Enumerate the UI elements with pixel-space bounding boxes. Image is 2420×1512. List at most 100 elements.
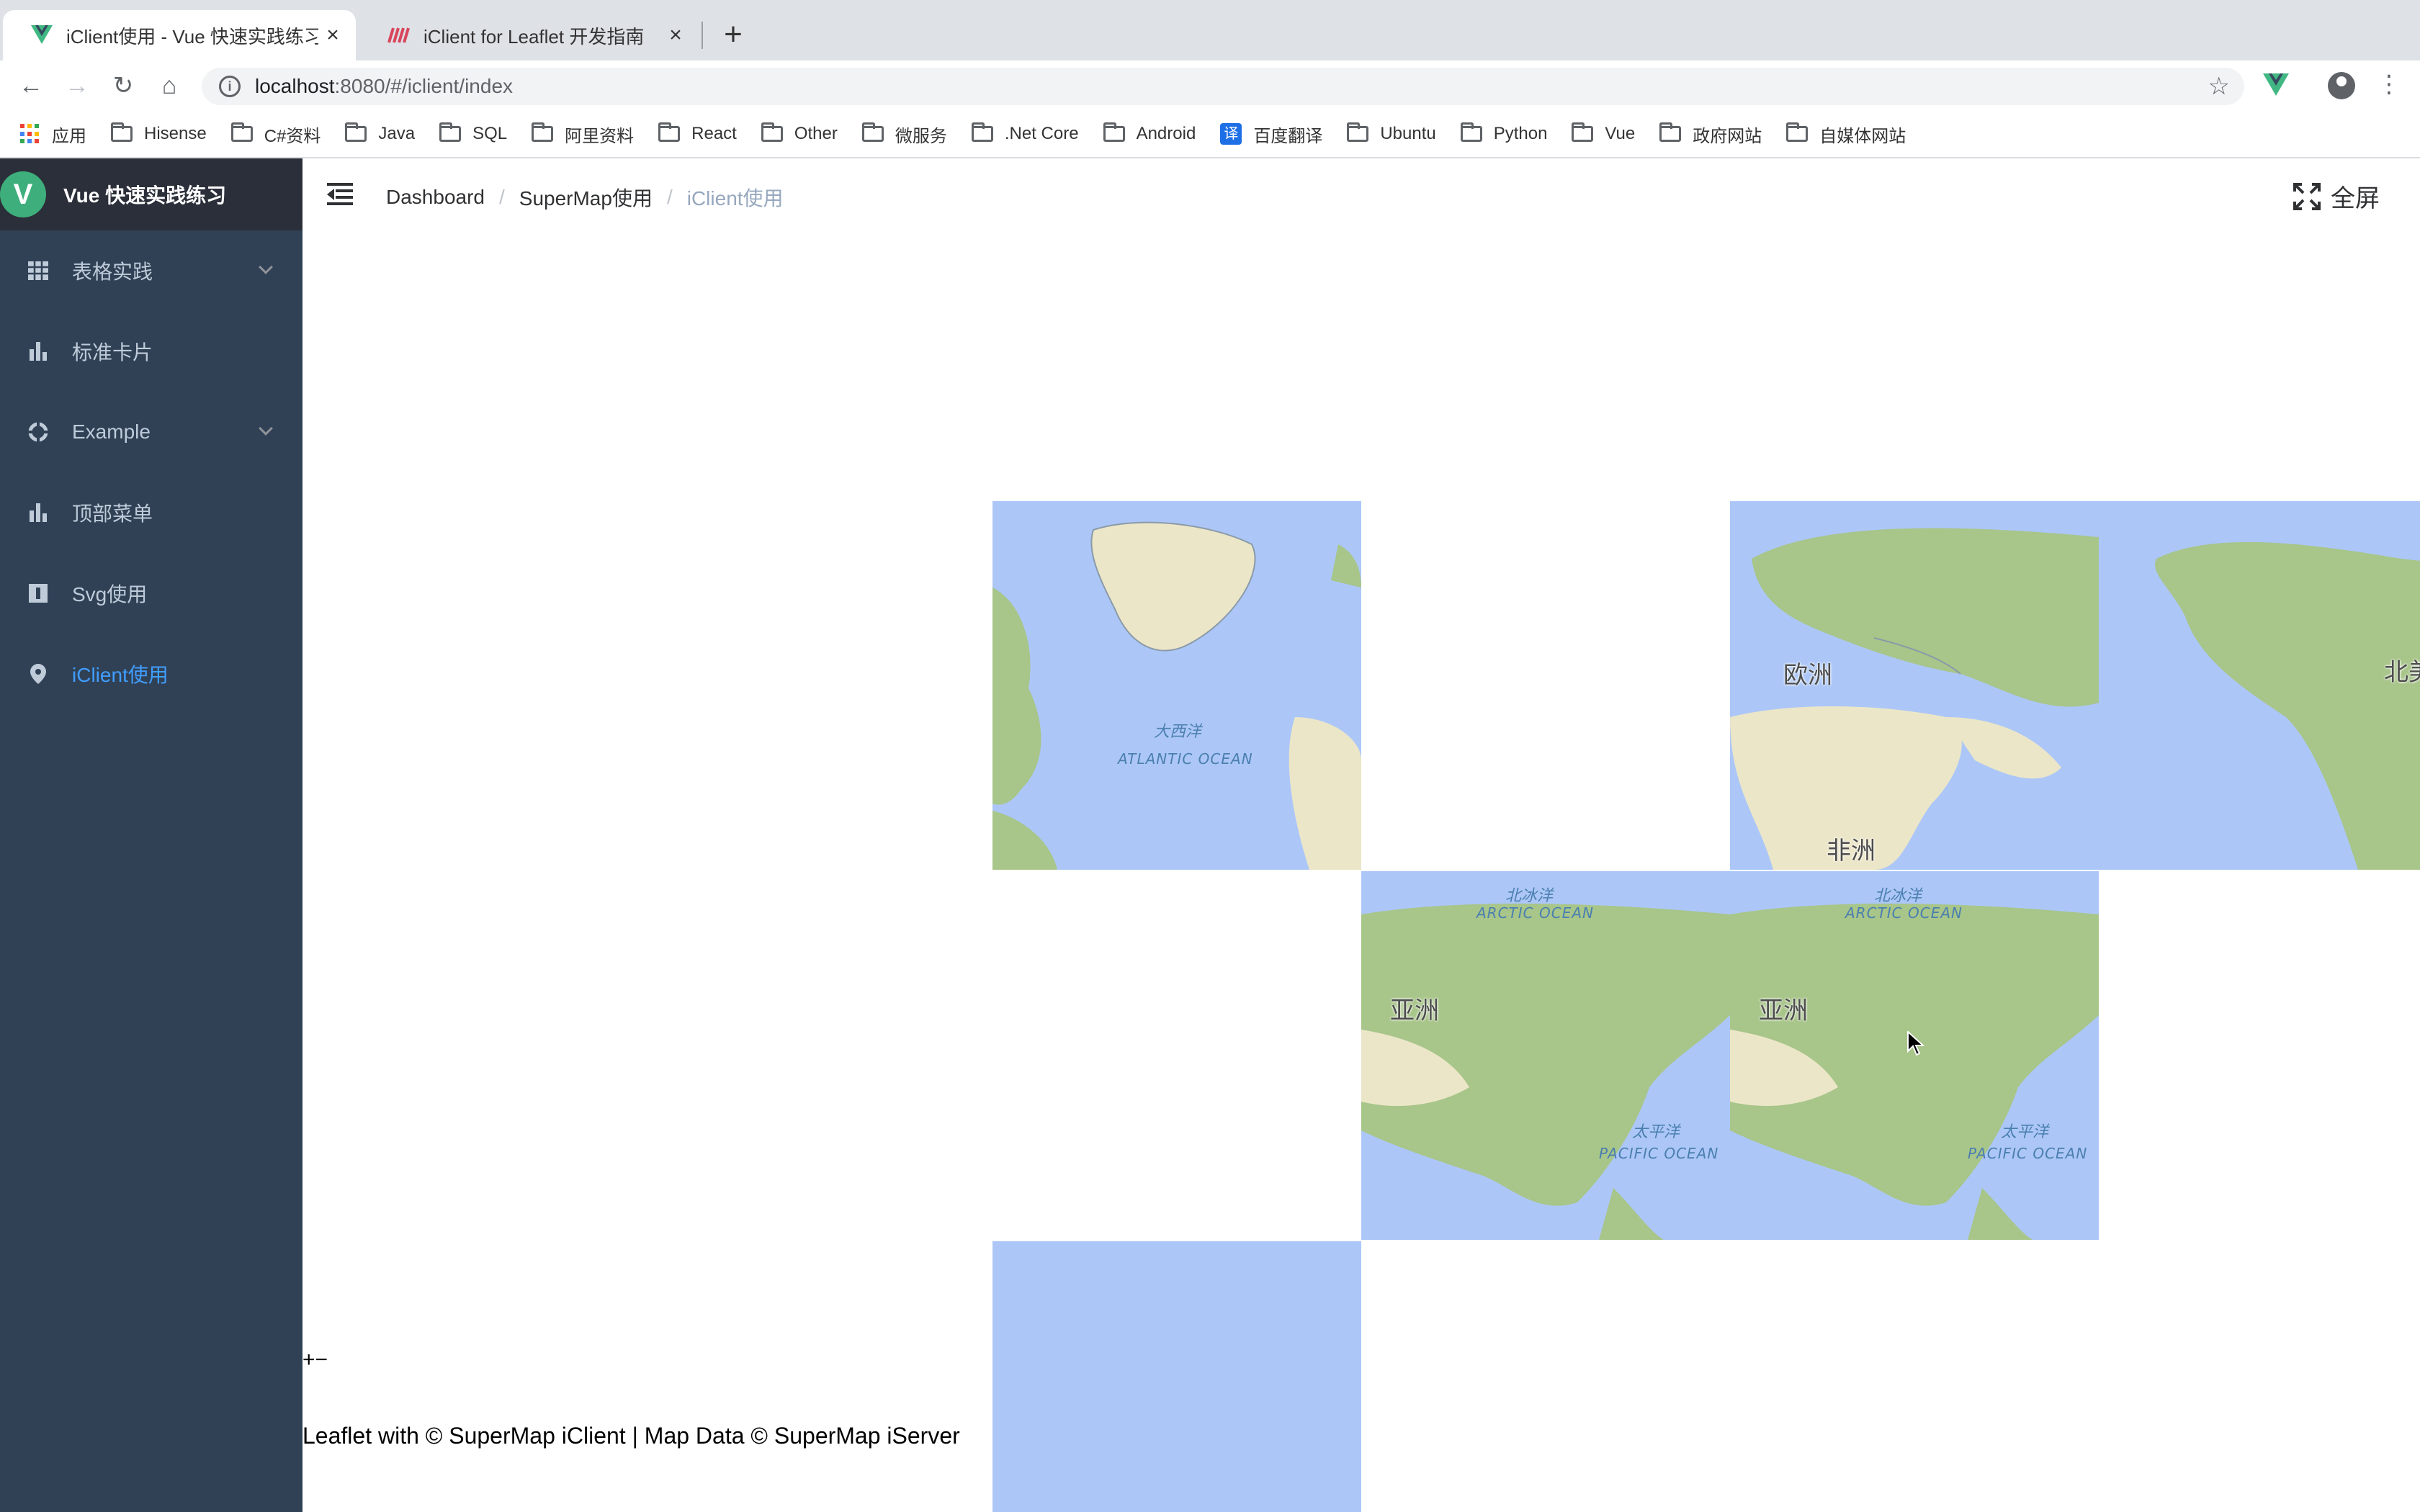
bookmark-translate[interactable]: 译百度翻译 — [1220, 122, 1322, 147]
bookmark-folder[interactable]: C#资料 — [230, 122, 321, 147]
breadcrumb-separator: / — [666, 186, 673, 208]
browser-tab-active[interactable]: iClient使用 - Vue 快速实践练习 × — [3, 10, 356, 60]
bookmark-label: Java — [378, 124, 416, 143]
breadcrumb-separator: / — [498, 186, 505, 208]
bookmark-folder[interactable]: Ubuntu — [1347, 122, 1436, 144]
map-label-arctic-cn: 北冰洋 — [1505, 887, 1554, 905]
sidebar-item-table[interactable]: 表格实践 — [0, 230, 302, 311]
translate-icon: 译 — [1220, 123, 1242, 145]
sidebar-logo[interactable]: V Vue 快速实践练习 — [0, 158, 302, 230]
app-title: Vue 快速实践练习 — [63, 184, 227, 207]
sidebar-item-svg[interactable]: Svg使用 — [0, 553, 302, 634]
sidebar-item-example[interactable]: Example — [0, 392, 302, 472]
map-label-atlantic-en: ATLANTIC OCEAN — [1118, 750, 1253, 768]
location-pin-icon — [27, 663, 49, 685]
sidebar-item-label: 顶部菜单 — [72, 503, 153, 525]
map-label-arctic-en: ARCTIC OCEAN — [1476, 904, 1594, 922]
hamburger-icon[interactable] — [327, 183, 353, 206]
breadcrumb-supermap[interactable]: SuperMap使用 — [519, 183, 653, 212]
address-bar[interactable]: i localhost:8080/#/iclient/index ☆ — [202, 68, 2244, 105]
bookmark-folder[interactable]: 阿里资料 — [532, 122, 634, 147]
bookmark-label: .Net Core — [1004, 124, 1079, 143]
url-path: :8080/#/iclient/index — [334, 75, 514, 97]
folder-icon — [1572, 122, 1594, 142]
bookmark-label: 政府网站 — [1693, 126, 1762, 146]
folder-icon — [1103, 122, 1125, 142]
bookmark-folder[interactable]: SQL — [439, 122, 507, 144]
sidebar-item-label: iClient使用 — [72, 664, 169, 686]
sidebar-item-label: 标准卡片 — [72, 341, 153, 364]
vue-devtools-extension-icon[interactable] — [2263, 72, 2289, 98]
bookmark-label: Vue — [1605, 124, 1636, 143]
map-tile-ocean — [992, 1241, 1361, 1512]
new-tab-button[interactable]: + — [716, 17, 750, 52]
folder-icon — [1460, 122, 1482, 142]
bookmark-folder[interactable]: .Net Core — [971, 122, 1079, 144]
bookmark-folder[interactable]: Hisense — [111, 122, 207, 144]
browser-menu-icon[interactable]: ⋮ — [2377, 69, 2401, 99]
map-container[interactable]: 大西洋 ATLANTIC OCEAN 欧洲 非洲 北美 北冰洋 ARCTIC O… — [302, 230, 2420, 1512]
tab-separator — [702, 22, 703, 49]
folder-icon — [658, 122, 681, 142]
map-label-pacific-cn: 太平洋 — [2001, 1123, 2049, 1141]
map-label-north-america: 北美 — [2384, 658, 2420, 687]
bookmark-folder[interactable]: Python — [1460, 122, 1547, 144]
folder-icon — [439, 122, 462, 142]
sidebar-item-cards[interactable]: 标准卡片 — [0, 311, 302, 392]
folder-icon — [532, 122, 554, 142]
home-icon[interactable]: ⌂ — [154, 71, 184, 101]
mouse-cursor-icon — [1907, 1031, 1924, 1056]
sidebar-item-label: Example — [72, 420, 151, 443]
bookmark-folder[interactable]: 微服务 — [861, 122, 947, 147]
bookmark-folder[interactable]: Java — [345, 122, 416, 144]
tab-title: iClient使用 - Vue 快速实践练习 — [66, 25, 318, 48]
forward-arrow-icon[interactable]: → — [62, 71, 92, 101]
example-icon — [27, 421, 49, 443]
site-info-icon[interactable]: i — [219, 76, 241, 97]
zoom-control[interactable]: +− — [302, 1348, 328, 1372]
bookmark-folder[interactable]: 政府网站 — [1659, 122, 1762, 147]
sidebar-item-label: 表格实践 — [72, 261, 153, 283]
tab-title: iClient for Leaflet 开发指南 — [424, 25, 645, 48]
bookmark-star-icon[interactable]: ☆ — [2208, 72, 2230, 101]
folder-icon — [111, 122, 133, 142]
bookmark-folder[interactable]: Vue — [1572, 122, 1636, 144]
table-icon — [27, 260, 49, 282]
tab-close-icon[interactable]: × — [661, 23, 690, 48]
logo-icon: V — [0, 171, 46, 217]
reload-icon[interactable]: ↻ — [108, 71, 138, 101]
tab-close-icon[interactable]: × — [318, 23, 347, 48]
fullscreen-button[interactable]: 全屏 — [2293, 179, 2380, 214]
browser-tab[interactable]: iClient for Leaflet 开发指南 × — [360, 10, 699, 60]
folder-icon — [1347, 122, 1369, 142]
bookmark-folder[interactable]: React — [658, 122, 737, 144]
bookmark-folder[interactable]: Other — [761, 122, 838, 144]
sidebar-item-top-menu[interactable]: 顶部菜单 — [0, 472, 302, 553]
browser-tab-strip: iClient使用 - Vue 快速实践练习 × iClient for Lea… — [0, 0, 2420, 60]
bookmark-folder[interactable]: Android — [1103, 122, 1196, 144]
bookmark-label: Other — [794, 124, 838, 143]
bookmark-label: 微服务 — [895, 126, 947, 146]
bookmark-apps[interactable]: 应用 — [20, 122, 86, 147]
bar-chart-icon — [27, 341, 49, 362]
profile-avatar-icon[interactable] — [2328, 72, 2355, 99]
bookmark-folder[interactable]: 自媒体网站 — [1786, 122, 1906, 147]
map-label-pacific-en: PACIFIC OCEAN — [1968, 1145, 2088, 1162]
map-label-europe: 欧洲 — [1783, 661, 1832, 690]
folder-icon — [761, 122, 783, 142]
top-navbar: Dashboard / SuperMap使用 / iClient使用 全屏 — [302, 158, 2420, 230]
folder-icon — [230, 122, 253, 142]
sidebar-item-iclient[interactable]: iClient使用 — [0, 634, 302, 714]
folder-icon — [971, 122, 993, 142]
bookmark-label: 自媒体网站 — [1819, 126, 1906, 146]
bookmark-label: 应用 — [52, 126, 86, 146]
bookmark-label: 百度翻译 — [1253, 126, 1323, 146]
bookmarks-bar: 应用 Hisense C#资料 Java SQL 阿里资料 React Othe… — [0, 111, 2420, 158]
map-tile-atlantic: 大西洋 ATLANTIC OCEAN — [992, 501, 1361, 870]
svg-icon — [27, 582, 49, 604]
map-label-asia: 亚洲 — [1759, 996, 1808, 1025]
bookmark-label: 阿里资料 — [565, 126, 635, 146]
bookmark-label: Android — [1136, 124, 1196, 143]
breadcrumb-dashboard[interactable]: Dashboard — [386, 186, 485, 209]
back-arrow-icon[interactable]: ← — [16, 71, 46, 101]
